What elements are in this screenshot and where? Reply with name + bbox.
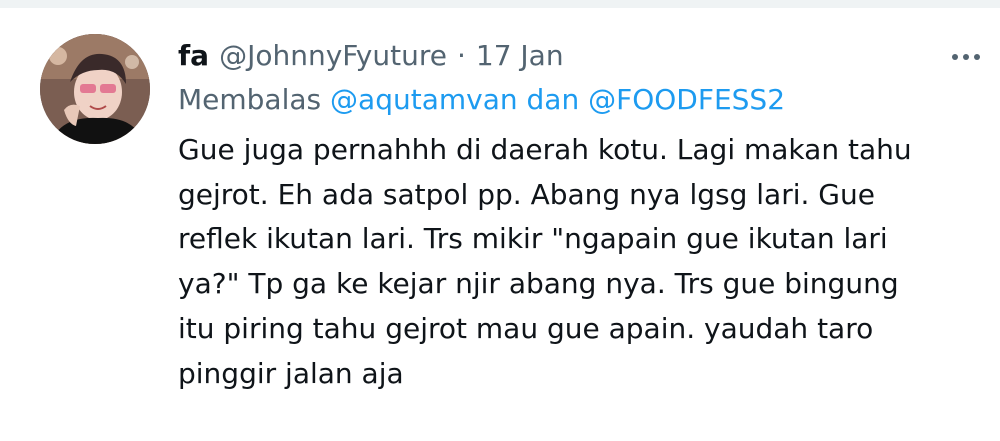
tweet-content: fa @JohnnyFyuture · 17 Jan Membalas @aqu… — [178, 36, 980, 396]
tweet-header: fa @JohnnyFyuture · 17 Jan — [178, 36, 968, 76]
mention-link-1[interactable]: @aqutamvan — [330, 83, 518, 116]
tweet-text: Gue juga pernahhh di daerah kotu. Lagi m… — [178, 128, 968, 396]
tweet-text-line: pinggir jalan aja — [178, 356, 404, 390]
reply-context: Membalas @aqutamvan dan @FOODFESS2 — [178, 80, 968, 120]
tweet-text-line: gejrot. Eh ada satpol pp. Abang nya lgsg… — [178, 177, 875, 211]
more-horizontal-icon[interactable] — [946, 42, 986, 72]
mention-link-2[interactable]: @FOODFESS2 — [588, 83, 785, 116]
dot-1 — [952, 54, 958, 60]
tweet-text-line: itu piring tahu gejrot mau gue apain. ya… — [178, 311, 874, 345]
avatar[interactable] — [40, 34, 150, 144]
avatar-image — [40, 34, 150, 144]
dot-3 — [974, 54, 980, 60]
timestamp[interactable]: 17 Jan — [476, 36, 564, 76]
dot-2 — [963, 54, 969, 60]
tweet-text-line: reflek ikutan lari. Trs mikir "ngapain g… — [178, 222, 888, 256]
divider — [0, 0, 1000, 8]
separator-dot: · — [456, 39, 466, 72]
user-handle[interactable]: @JohnnyFyuture — [219, 36, 447, 76]
tweet[interactable]: fa @JohnnyFyuture · 17 Jan Membalas @aqu… — [0, 0, 1000, 441]
reply-conjunction: dan — [526, 83, 580, 116]
tweet-text-line: Gue juga pernahhh di daerah kotu. Lagi m… — [178, 133, 912, 166]
tweet-text-line: ya?" Tp ga ke kejar njir abang nya. Trs … — [178, 267, 899, 301]
reply-prefix: Membalas — [178, 83, 322, 116]
display-name[interactable]: fa — [178, 36, 209, 76]
